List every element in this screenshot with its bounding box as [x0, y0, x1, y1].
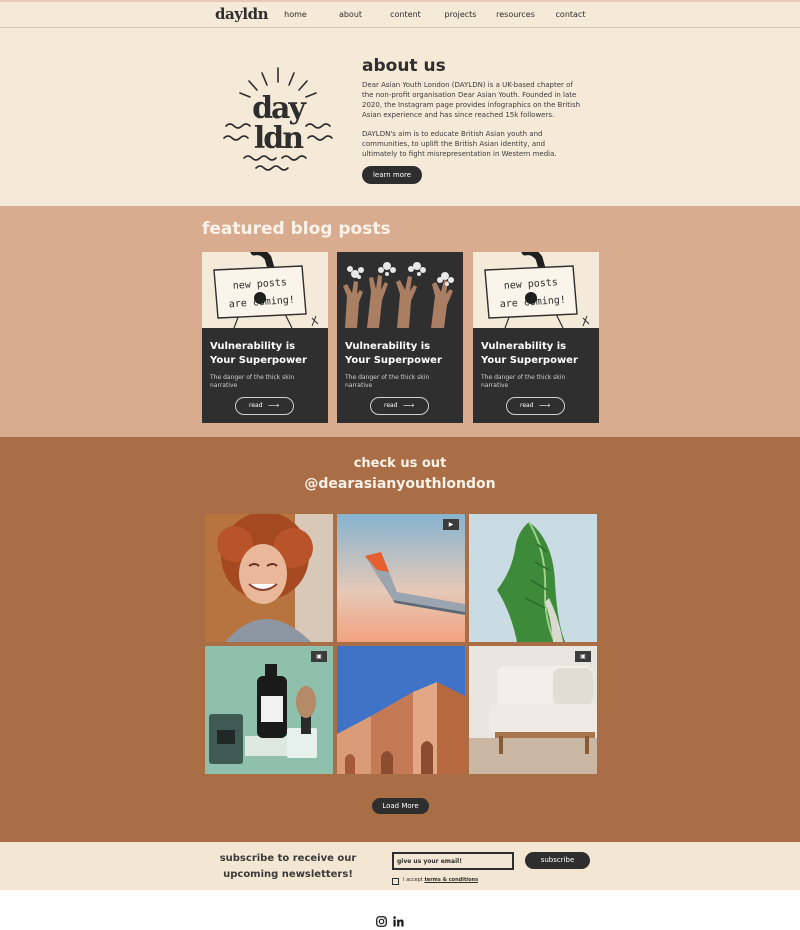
terms-checkbox[interactable]: [392, 878, 399, 885]
arrow-right-icon: ⟶: [539, 401, 551, 410]
terracotta-building-photo: [337, 646, 465, 774]
read-button-label: read: [384, 402, 398, 409]
nav-links: home about content projects resources co…: [268, 2, 598, 28]
instagram-handle[interactable]: @dearasianyouthlondon: [0, 476, 800, 492]
read-button-label: read: [520, 402, 534, 409]
instagram-tile-green-leaf[interactable]: [469, 514, 597, 642]
blog-card[interactable]: Vulnerability is Your Superpower The dan…: [337, 252, 463, 423]
email-field[interactable]: [392, 852, 514, 870]
read-button-label: read: [249, 402, 263, 409]
load-more-button[interactable]: Load More: [372, 798, 429, 814]
blog-card[interactable]: new posts are coming! Vulnerability is Y…: [473, 252, 599, 423]
gallery-icon: ▣: [575, 651, 591, 662]
terms-link[interactable]: terms & conditions: [424, 877, 478, 883]
about-section: day ldn about us Dear Asian Youth London…: [0, 28, 800, 206]
instagram-tile-woman-laughing[interactable]: [205, 514, 333, 642]
arrow-right-icon: ⟶: [268, 401, 280, 410]
subscribe-title: subscribe to receive our upcoming newsle…: [219, 853, 357, 880]
terms-label: I accept terms & conditions: [403, 877, 478, 883]
blog-card-title[interactable]: Vulnerability is Your Superpower: [481, 340, 593, 368]
instagram-section: check us out @dearasianyouthlondon ▶ ▣ ▣…: [0, 437, 800, 842]
blog-card-title[interactable]: Vulnerability is Your Superpower: [345, 340, 457, 368]
about-title: about us: [362, 56, 446, 76]
woman-laughing-photo: [205, 514, 333, 642]
dayldn-logo: day ldn: [223, 67, 333, 171]
instagram-tile-airplane-wing[interactable]: ▶: [337, 514, 465, 642]
subscribe-section: subscribe to receive our upcoming newsle…: [0, 842, 800, 890]
green-leaf-photo: [469, 514, 597, 642]
nav-link-about[interactable]: about: [323, 2, 378, 28]
about-paragraph-1: Dear Asian Youth London (DAYLDN) is a UK…: [362, 81, 581, 119]
blog-section: featured blog posts new posts are coming…: [0, 206, 800, 437]
arrow-right-icon: ⟶: [403, 401, 415, 410]
blog-card-subtitle: The danger of the thick skin narrative: [345, 374, 430, 389]
logo-text-bottom: ldn: [254, 121, 304, 156]
new-posts-illustration: new posts are coming!: [202, 252, 328, 328]
site-logo[interactable]: dayldn: [215, 5, 269, 23]
learn-more-button[interactable]: learn more: [362, 166, 422, 184]
top-nav: dayldn home about content projects resou…: [0, 0, 800, 28]
about-paragraph-2: DAYLDN's aim is to educate British Asian…: [362, 130, 557, 158]
blog-section-title: featured blog posts: [202, 219, 391, 239]
footer: [0, 890, 800, 930]
read-button[interactable]: read ⟶: [235, 397, 294, 415]
nav-link-home[interactable]: home: [268, 2, 323, 28]
blog-card-subtitle: The danger of the thick skin narrative: [481, 374, 566, 389]
terms-prefix: I accept: [403, 877, 425, 883]
nav-link-content[interactable]: content: [378, 2, 433, 28]
bottles-and-brush-photo: [205, 646, 333, 774]
raised-hands-illustration: [337, 252, 463, 328]
video-play-icon: ▶: [443, 519, 459, 530]
blog-card-title[interactable]: Vulnerability is Your Superpower: [210, 340, 322, 368]
nav-link-contact[interactable]: contact: [543, 2, 598, 28]
instagram-tile-white-sofa[interactable]: ▣: [469, 646, 597, 774]
nav-link-projects[interactable]: projects: [433, 2, 488, 28]
blog-card-subtitle: The danger of the thick skin narrative: [210, 374, 295, 389]
instagram-title: check us out: [353, 456, 447, 471]
linkedin-icon[interactable]: [393, 916, 404, 927]
instagram-icon[interactable]: [376, 916, 387, 927]
white-sofa-photo: [469, 646, 597, 774]
instagram-tile-bottles-and-brush[interactable]: ▣: [205, 646, 333, 774]
new-posts-illustration: new posts are coming!: [473, 252, 599, 328]
instagram-tile-terracotta-building[interactable]: [337, 646, 465, 774]
read-button[interactable]: read ⟶: [370, 397, 429, 415]
read-button[interactable]: read ⟶: [506, 397, 565, 415]
airplane-wing-photo: [337, 514, 465, 642]
gallery-icon: ▣: [311, 651, 327, 662]
subscribe-button[interactable]: subscribe: [525, 852, 590, 869]
blog-card[interactable]: new posts are coming! Vulnerability is Y…: [202, 252, 328, 423]
nav-link-resources[interactable]: resources: [488, 2, 543, 28]
